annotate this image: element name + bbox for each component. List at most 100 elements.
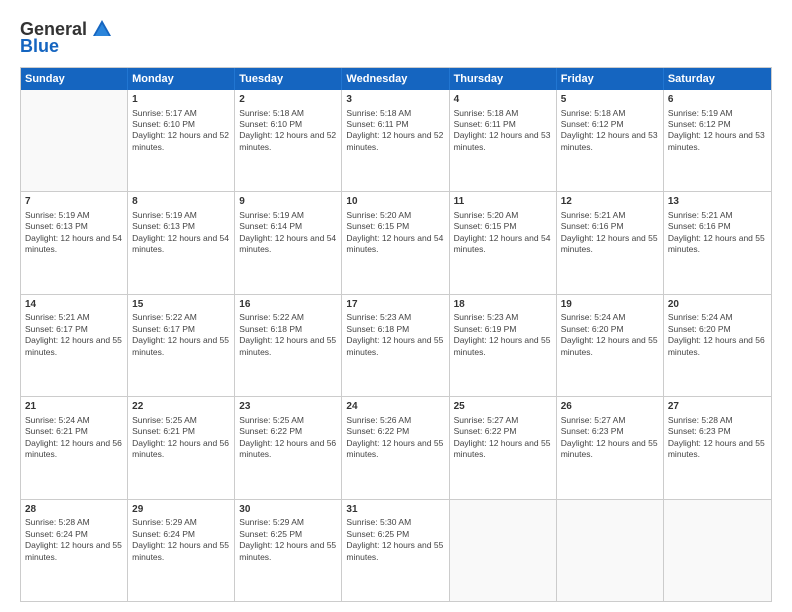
- day-cell-9: 9Sunrise: 5:19 AM Sunset: 6:14 PM Daylig…: [235, 192, 342, 293]
- day-number: 9: [239, 195, 337, 209]
- day-number: 28: [25, 503, 123, 517]
- calendar-week-2: 7Sunrise: 5:19 AM Sunset: 6:13 PM Daylig…: [21, 191, 771, 293]
- day-cell-19: 19Sunrise: 5:24 AM Sunset: 6:20 PM Dayli…: [557, 295, 664, 396]
- empty-cell: [450, 500, 557, 601]
- day-number: 27: [668, 400, 767, 414]
- day-number: 1: [132, 93, 230, 107]
- day-info: Sunrise: 5:24 AM Sunset: 6:21 PM Dayligh…: [25, 415, 123, 461]
- calendar-header: SundayMondayTuesdayWednesdayThursdayFrid…: [21, 68, 771, 90]
- day-info: Sunrise: 5:19 AM Sunset: 6:13 PM Dayligh…: [25, 210, 123, 256]
- day-info: Sunrise: 5:19 AM Sunset: 6:14 PM Dayligh…: [239, 210, 337, 256]
- day-number: 18: [454, 298, 552, 312]
- header-day-tuesday: Tuesday: [235, 68, 342, 90]
- day-cell-31: 31Sunrise: 5:30 AM Sunset: 6:25 PM Dayli…: [342, 500, 449, 601]
- day-cell-29: 29Sunrise: 5:29 AM Sunset: 6:24 PM Dayli…: [128, 500, 235, 601]
- day-info: Sunrise: 5:20 AM Sunset: 6:15 PM Dayligh…: [346, 210, 444, 256]
- day-info: Sunrise: 5:18 AM Sunset: 6:11 PM Dayligh…: [346, 108, 444, 154]
- day-cell-4: 4Sunrise: 5:18 AM Sunset: 6:11 PM Daylig…: [450, 90, 557, 191]
- day-cell-25: 25Sunrise: 5:27 AM Sunset: 6:22 PM Dayli…: [450, 397, 557, 498]
- day-cell-27: 27Sunrise: 5:28 AM Sunset: 6:23 PM Dayli…: [664, 397, 771, 498]
- day-number: 24: [346, 400, 444, 414]
- day-cell-10: 10Sunrise: 5:20 AM Sunset: 6:15 PM Dayli…: [342, 192, 449, 293]
- header: General Blue: [20, 18, 772, 57]
- day-number: 11: [454, 195, 552, 209]
- day-info: Sunrise: 5:20 AM Sunset: 6:15 PM Dayligh…: [454, 210, 552, 256]
- day-cell-16: 16Sunrise: 5:22 AM Sunset: 6:18 PM Dayli…: [235, 295, 342, 396]
- day-info: Sunrise: 5:27 AM Sunset: 6:22 PM Dayligh…: [454, 415, 552, 461]
- day-info: Sunrise: 5:29 AM Sunset: 6:24 PM Dayligh…: [132, 517, 230, 563]
- logo-icon: [91, 18, 113, 40]
- page: General Blue SundayMondayTuesdayWednesda…: [0, 0, 792, 612]
- day-number: 5: [561, 93, 659, 107]
- header-day-monday: Monday: [128, 68, 235, 90]
- day-number: 4: [454, 93, 552, 107]
- day-cell-12: 12Sunrise: 5:21 AM Sunset: 6:16 PM Dayli…: [557, 192, 664, 293]
- day-number: 14: [25, 298, 123, 312]
- header-day-wednesday: Wednesday: [342, 68, 449, 90]
- header-day-friday: Friday: [557, 68, 664, 90]
- day-info: Sunrise: 5:27 AM Sunset: 6:23 PM Dayligh…: [561, 415, 659, 461]
- day-info: Sunrise: 5:21 AM Sunset: 6:16 PM Dayligh…: [668, 210, 767, 256]
- day-number: 10: [346, 195, 444, 209]
- day-number: 23: [239, 400, 337, 414]
- day-cell-23: 23Sunrise: 5:25 AM Sunset: 6:22 PM Dayli…: [235, 397, 342, 498]
- day-cell-11: 11Sunrise: 5:20 AM Sunset: 6:15 PM Dayli…: [450, 192, 557, 293]
- day-info: Sunrise: 5:18 AM Sunset: 6:10 PM Dayligh…: [239, 108, 337, 154]
- day-info: Sunrise: 5:23 AM Sunset: 6:18 PM Dayligh…: [346, 312, 444, 358]
- day-cell-8: 8Sunrise: 5:19 AM Sunset: 6:13 PM Daylig…: [128, 192, 235, 293]
- day-cell-26: 26Sunrise: 5:27 AM Sunset: 6:23 PM Dayli…: [557, 397, 664, 498]
- day-info: Sunrise: 5:18 AM Sunset: 6:12 PM Dayligh…: [561, 108, 659, 154]
- day-cell-6: 6Sunrise: 5:19 AM Sunset: 6:12 PM Daylig…: [664, 90, 771, 191]
- day-info: Sunrise: 5:19 AM Sunset: 6:13 PM Dayligh…: [132, 210, 230, 256]
- day-number: 13: [668, 195, 767, 209]
- calendar-week-1: 1Sunrise: 5:17 AM Sunset: 6:10 PM Daylig…: [21, 90, 771, 191]
- day-number: 31: [346, 503, 444, 517]
- day-info: Sunrise: 5:22 AM Sunset: 6:18 PM Dayligh…: [239, 312, 337, 358]
- day-number: 12: [561, 195, 659, 209]
- day-number: 19: [561, 298, 659, 312]
- day-cell-24: 24Sunrise: 5:26 AM Sunset: 6:22 PM Dayli…: [342, 397, 449, 498]
- logo: General Blue: [20, 18, 113, 57]
- day-cell-18: 18Sunrise: 5:23 AM Sunset: 6:19 PM Dayli…: [450, 295, 557, 396]
- day-info: Sunrise: 5:21 AM Sunset: 6:16 PM Dayligh…: [561, 210, 659, 256]
- day-number: 17: [346, 298, 444, 312]
- day-number: 22: [132, 400, 230, 414]
- day-info: Sunrise: 5:18 AM Sunset: 6:11 PM Dayligh…: [454, 108, 552, 154]
- day-info: Sunrise: 5:21 AM Sunset: 6:17 PM Dayligh…: [25, 312, 123, 358]
- day-number: 16: [239, 298, 337, 312]
- day-info: Sunrise: 5:22 AM Sunset: 6:17 PM Dayligh…: [132, 312, 230, 358]
- day-number: 8: [132, 195, 230, 209]
- day-cell-2: 2Sunrise: 5:18 AM Sunset: 6:10 PM Daylig…: [235, 90, 342, 191]
- day-number: 3: [346, 93, 444, 107]
- day-cell-14: 14Sunrise: 5:21 AM Sunset: 6:17 PM Dayli…: [21, 295, 128, 396]
- header-day-thursday: Thursday: [450, 68, 557, 90]
- empty-cell: [557, 500, 664, 601]
- calendar-body: 1Sunrise: 5:17 AM Sunset: 6:10 PM Daylig…: [21, 90, 771, 601]
- day-cell-1: 1Sunrise: 5:17 AM Sunset: 6:10 PM Daylig…: [128, 90, 235, 191]
- calendar-week-5: 28Sunrise: 5:28 AM Sunset: 6:24 PM Dayli…: [21, 499, 771, 601]
- day-cell-30: 30Sunrise: 5:29 AM Sunset: 6:25 PM Dayli…: [235, 500, 342, 601]
- header-day-saturday: Saturday: [664, 68, 771, 90]
- day-cell-15: 15Sunrise: 5:22 AM Sunset: 6:17 PM Dayli…: [128, 295, 235, 396]
- day-info: Sunrise: 5:24 AM Sunset: 6:20 PM Dayligh…: [668, 312, 767, 358]
- day-info: Sunrise: 5:24 AM Sunset: 6:20 PM Dayligh…: [561, 312, 659, 358]
- day-info: Sunrise: 5:25 AM Sunset: 6:22 PM Dayligh…: [239, 415, 337, 461]
- day-info: Sunrise: 5:23 AM Sunset: 6:19 PM Dayligh…: [454, 312, 552, 358]
- day-number: 25: [454, 400, 552, 414]
- logo-blue: Blue: [20, 36, 59, 57]
- day-info: Sunrise: 5:17 AM Sunset: 6:10 PM Dayligh…: [132, 108, 230, 154]
- day-cell-22: 22Sunrise: 5:25 AM Sunset: 6:21 PM Dayli…: [128, 397, 235, 498]
- header-day-sunday: Sunday: [21, 68, 128, 90]
- calendar-week-3: 14Sunrise: 5:21 AM Sunset: 6:17 PM Dayli…: [21, 294, 771, 396]
- day-number: 26: [561, 400, 659, 414]
- day-number: 20: [668, 298, 767, 312]
- day-number: 2: [239, 93, 337, 107]
- day-info: Sunrise: 5:28 AM Sunset: 6:23 PM Dayligh…: [668, 415, 767, 461]
- day-number: 7: [25, 195, 123, 209]
- calendar-week-4: 21Sunrise: 5:24 AM Sunset: 6:21 PM Dayli…: [21, 396, 771, 498]
- day-number: 21: [25, 400, 123, 414]
- day-number: 29: [132, 503, 230, 517]
- day-cell-5: 5Sunrise: 5:18 AM Sunset: 6:12 PM Daylig…: [557, 90, 664, 191]
- day-info: Sunrise: 5:28 AM Sunset: 6:24 PM Dayligh…: [25, 517, 123, 563]
- day-cell-17: 17Sunrise: 5:23 AM Sunset: 6:18 PM Dayli…: [342, 295, 449, 396]
